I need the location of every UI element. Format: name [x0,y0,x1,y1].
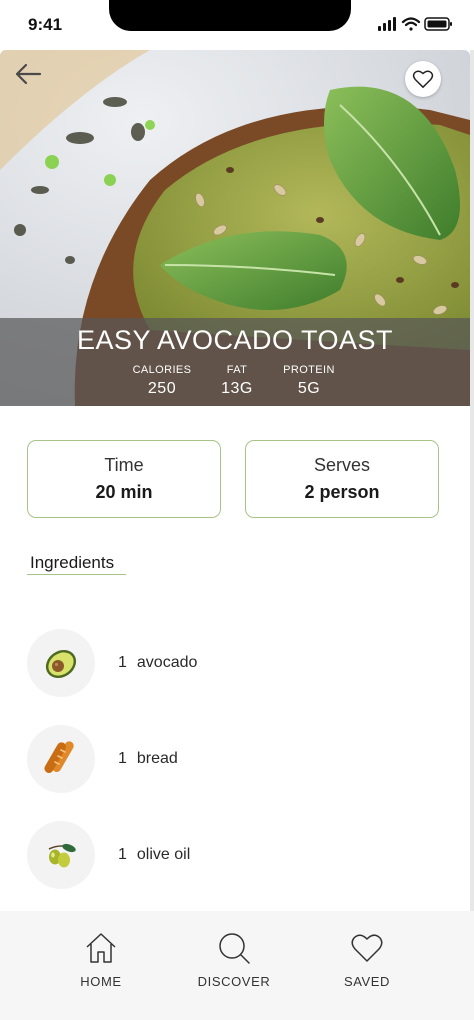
serves-value: 2 person [304,482,380,502]
ingredient-text: 1 bread [118,750,178,768]
ingredient-qty: 1 [118,654,127,671]
time-card: Time 20 min [27,440,221,518]
macro-protein: PROTEIN 5G [278,364,340,398]
bottom-nav: HOME DISCOVER SAVED [0,911,474,1020]
avocado-icon [27,629,95,697]
heart-icon [351,934,383,962]
nav-discover[interactable]: DISCOVER [184,931,284,989]
signal-icon [378,17,396,31]
ingredients-heading-underline [27,574,126,575]
ingredients-heading: Ingredients [30,553,115,572]
serves-label: Serves [313,455,371,475]
home-icon [86,933,116,963]
ingredient-qty: 1 [118,846,127,863]
ingredient-name: avocado [136,654,198,671]
nav-home-label: HOME [80,974,122,989]
macro-value: 5G [297,380,321,397]
serves-card: Serves 2 person [245,440,439,518]
battery-icon [424,17,452,31]
nav-home[interactable]: HOME [51,931,151,989]
nav-saved[interactable]: SAVED [317,931,417,989]
device-notch [109,0,351,31]
ingredient-item[interactable]: 1 olive oil [27,821,427,889]
status-time: 9:41 [28,15,63,34]
back-arrow-icon[interactable] [12,60,44,88]
ingredient-text: 1 avocado [118,654,197,672]
ingredient-item[interactable]: 1 avocado [27,629,427,697]
search-icon [219,933,250,964]
favorite-button[interactable] [405,61,441,97]
macro-calories: CALORIES 250 [128,364,196,398]
olive-icon [27,821,95,889]
macro-label: FAT [226,364,248,376]
ingredient-name: olive oil [136,846,191,863]
status-bar: 9:41 [0,0,474,50]
recipe-title: EASY AVOCADO TOAST [76,325,394,355]
macro-fat: FAT 13G [216,364,258,398]
time-label: Time [104,455,144,475]
wifi-icon [401,17,421,31]
nav-saved-label: SAVED [343,974,391,989]
heart-icon [412,70,434,88]
bread-icon [27,725,95,793]
nav-discover-label: DISCOVER [197,974,271,989]
ingredient-item[interactable]: 1 bread [27,725,427,793]
macro-label: PROTEIN [283,364,335,376]
macro-value: 250 [147,380,177,397]
ingredient-text: 1 olive oil [118,846,190,864]
time-value: 20 min [95,482,153,502]
status-icons [378,17,452,31]
macro-label: CALORIES [132,364,192,376]
ingredient-qty: 1 [118,750,127,767]
macro-value: 13G [221,380,253,397]
scroll-edge [470,50,474,911]
ingredient-name: bread [136,750,178,767]
